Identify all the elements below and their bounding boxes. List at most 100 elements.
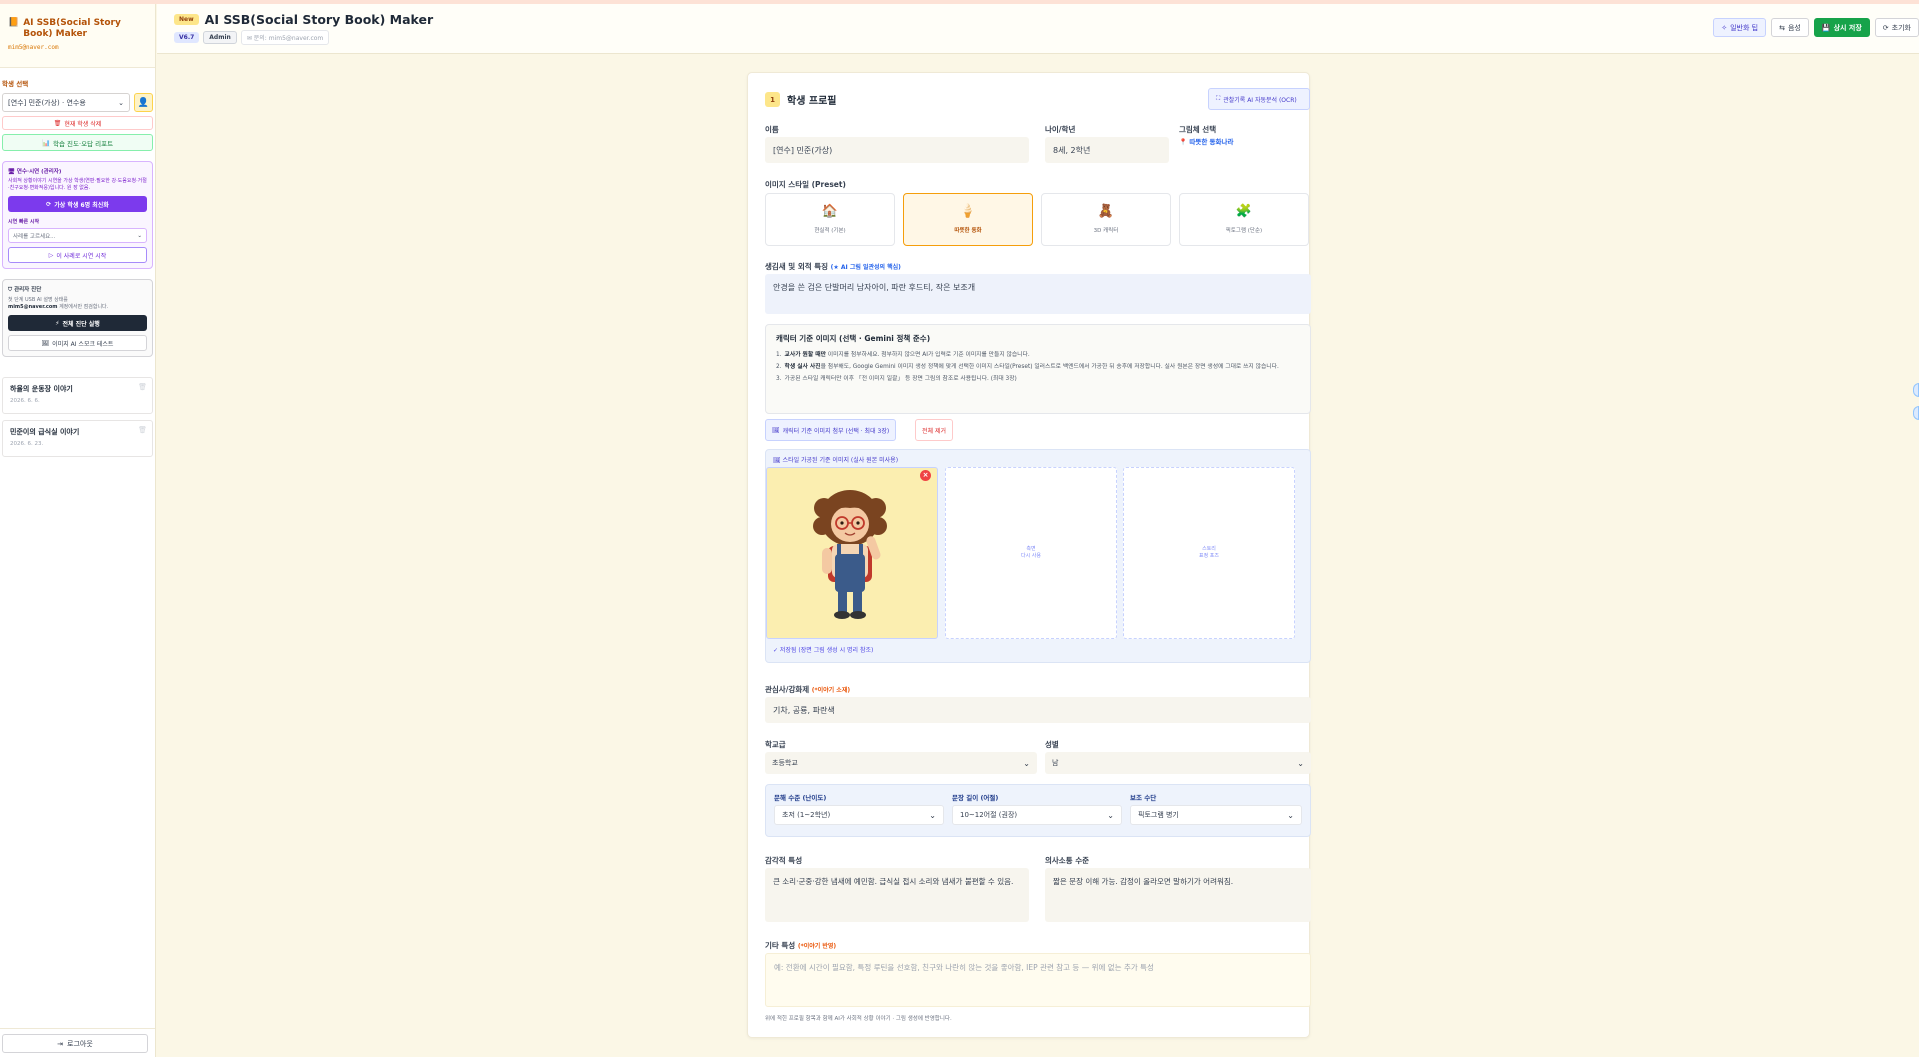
reference-rule: 2. 학생 실사 사진을 첨부해도, Google Gemini 이미지 생성 정… [776, 364, 1279, 370]
role-badge: Admin [203, 31, 237, 44]
student-section-label: 학생 선택 [2, 80, 29, 88]
image-icon: 🖼 [772, 426, 780, 434]
reading-level-select[interactable]: 초저 (1~2학년) ⌄ [774, 805, 944, 825]
sentence-length-select[interactable]: 10~12어절 (권장) ⌄ [952, 805, 1122, 825]
house-icon: 🏠 [821, 204, 839, 219]
gender-select[interactable]: 남 ⌄ [1045, 752, 1311, 774]
reset-button[interactable]: ⟳ 초기화 [1874, 18, 1919, 37]
sidebar-header: 📙 AI SSB(Social Story Book) Maker mim5@n… [0, 4, 155, 68]
run-diagnostics-button[interactable]: ⚡ 전체 진단 실행 [8, 315, 147, 331]
name-label: 이름 [765, 125, 779, 134]
reference-image-slot[interactable]: × [766, 467, 938, 639]
user-plus-icon: 👤 [137, 97, 150, 108]
sidebar: 📙 AI SSB(Social Story Book) Maker mim5@n… [0, 4, 156, 1057]
image-icon: 🖼 [773, 457, 781, 464]
story-item[interactable]: 민준이의 급식실 이야기 2026. 6. 23. 🗑 [2, 420, 153, 457]
voice-button[interactable]: ⇆ 음성 [1771, 18, 1809, 37]
sidebar-divider [0, 1028, 155, 1029]
character-illustration [813, 490, 887, 619]
trash-icon[interactable]: 🗑 [138, 426, 147, 434]
chevron-down-icon: ⌄ [118, 98, 124, 107]
preset-realistic[interactable]: 🏠 현실적 (기본) [765, 193, 895, 246]
user-email: mim5@naver.com [8, 44, 59, 51]
trash-icon: 🗑 [53, 119, 62, 127]
pulse-icon: ⚡ [55, 319, 60, 327]
demo-quick-label: 시연 빠른 시작 [8, 219, 40, 225]
demo-start-button[interactable]: ▷ 이 사례로 시연 시작 [8, 247, 147, 263]
sentence-length-label: 문장 길이 (어절) [952, 794, 999, 802]
preset-label: 이미지 스타일 (Preset) [765, 180, 846, 189]
preset-warm-fairytale[interactable]: 🍦 따뜻한 동화 [903, 193, 1033, 246]
refresh-icon: ⟳ [46, 200, 52, 208]
remove-image-icon[interactable]: × [920, 470, 931, 481]
demo-panel: 🖥 연수·시연 (관리자) 사회적 상황이야기 시연을 가상 학생(연판·필요한… [2, 161, 153, 269]
empty-image-slot[interactable]: 스토리 표정 포즈 [1123, 467, 1295, 639]
mail-icon: ✉ [246, 35, 252, 42]
sensory-input[interactable]: 큰 소리·군중·강한 냄새에 예민함. 급식실 접시 소리와 냄새가 불편할 수… [765, 868, 1029, 922]
other-traits-label: 기타 특성 (*이야기 반영) [765, 941, 837, 950]
ice-cream-icon: 🍦 [959, 204, 977, 219]
school-select[interactable]: 초등학교 ⌄ [765, 752, 1037, 774]
attach-reference-button[interactable]: 🖼 캐릭터 기준 이미지 첨부 (선택 · 최대 3장) [765, 419, 897, 441]
book-icon: 📙 [8, 18, 20, 28]
preset-pictogram[interactable]: 🧩 픽토그램 (단순) [1179, 193, 1309, 246]
trash-icon[interactable]: 🗑 [138, 383, 147, 391]
story-item[interactable]: 하율의 운동장 이야기 2026. 6. 6. 🗑 [2, 377, 153, 414]
shield-icon: ⛉ [8, 287, 13, 293]
saved-note: ✓ 저장됨 (장면 그림 생성 시 명리 참조) [773, 647, 874, 654]
art-style-value[interactable]: 📍 따뜻한 동화나라 [1179, 136, 1233, 146]
age-input[interactable]: 8세, 2학년 [1045, 137, 1169, 163]
empty-image-slot[interactable]: 측면 다시 사용 [945, 467, 1117, 639]
other-traits-input[interactable]: 예: 전환에 시간이 필요함, 특정 루틴을 선호함, 친구와 나란히 앉는 것… [765, 953, 1311, 1007]
simplify-tip-button[interactable]: ✧ 일반화 팁 [1713, 18, 1767, 37]
puzzle-icon: 🧩 [1235, 204, 1253, 219]
appearance-input[interactable]: 안경을 쓴 검은 단발머리 남자아이, 파란 후드티, 작은 보조개 [765, 274, 1311, 314]
bear-icon: 🧸 [1097, 204, 1115, 219]
ocr-analyze-button[interactable]: ⛶ 관찰기록 AI 자동분석 (OCR) [1208, 88, 1310, 110]
image-smoke-test-button[interactable]: 🖼 이미지 AI 스모크 테스트 [8, 335, 147, 351]
student-select[interactable]: [연수] 민준(가상) · 연수용 ⌄ [2, 93, 130, 112]
top-header: New AI SSB(Social Story Book) Maker V6.7… [157, 4, 1919, 54]
new-badge: New [174, 14, 199, 25]
demo-reset-button[interactable]: ⟳ 가상 학생 6명 최신화 [8, 196, 147, 212]
chart-icon: 📊 [41, 138, 51, 147]
aid-label: 보조 수단 [1130, 794, 1157, 802]
app-title: AI SSB(Social Story Book) Maker [23, 18, 121, 39]
communication-input[interactable]: 짧은 문장 이해 가능. 감정이 올라오면 말하기가 어려워짐. [1045, 868, 1311, 922]
appearance-label: 생김새 및 외적 특징 (★ AI 그림 일관성의 핵심) [765, 262, 901, 271]
logout-button[interactable]: ⇥ 로그아웃 [2, 1034, 148, 1053]
communication-label: 의사소통 수준 [1045, 856, 1090, 865]
preset-3d-character[interactable]: 🧸 3D 캐릭터 [1041, 193, 1171, 246]
chevron-down-icon: ⌄ [1297, 758, 1304, 768]
delete-student-button[interactable]: 🗑 현재 학생 삭제 [2, 116, 153, 130]
logout-icon: ⇥ [57, 1039, 64, 1048]
add-student-button[interactable]: 👤 [134, 93, 153, 112]
chevron-down-icon: ⌄ [929, 810, 936, 820]
side-handle[interactable] [1913, 383, 1919, 397]
gender-label: 성별 [1045, 740, 1059, 749]
sparkle-icon: ✧ [1721, 23, 1728, 32]
refresh-icon: ⟳ [1882, 23, 1889, 32]
step-number: 1 [765, 92, 780, 107]
profile-footnote: 위에 적힌 프로필 항목과 함께 AI가 사회적 상황 이야기 · 그림 생성에… [765, 1016, 952, 1022]
progress-report-button[interactable]: 📊 학습 진도·오답 리포트 [2, 134, 153, 151]
side-handle[interactable] [1913, 406, 1919, 420]
pin-icon: 📍 [1179, 138, 1188, 146]
scan-icon: ⛶ [1216, 95, 1221, 102]
chevron-down-icon: ⌄ [1107, 810, 1114, 820]
clear-all-button[interactable]: 전체 제거 [915, 419, 953, 441]
school-label: 학교급 [765, 740, 786, 749]
swap-icon: ⇆ [1779, 23, 1785, 32]
admin-panel: ⛉ 관리자 진단 첫 단계 USB AI 설명 상태를 mim5@naver.co… [2, 279, 153, 357]
version-badge: V6.7 [174, 32, 200, 43]
chevron-down-icon: ⌄ [137, 232, 142, 239]
name-input[interactable]: [연수] 민준(가상) [765, 137, 1029, 163]
aid-select[interactable]: 픽토그램 병기 ⌄ [1130, 805, 1302, 825]
save-icon: 💾 [1821, 23, 1831, 32]
interest-input[interactable]: 기차, 공룡, 파란색 [765, 697, 1311, 723]
demo-case-select[interactable]: 사례를 고르세요... ⌄ [8, 228, 147, 243]
save-button[interactable]: 💾 상시 저장 [1813, 18, 1870, 37]
chevron-down-icon: ⌄ [1023, 758, 1030, 768]
interest-label: 관심사/강화제 (*이야기 소재) [765, 685, 851, 694]
processed-image-title: 🖼 스타일 가공된 기준 이미지 (실사 원본 미사용) [773, 457, 899, 464]
